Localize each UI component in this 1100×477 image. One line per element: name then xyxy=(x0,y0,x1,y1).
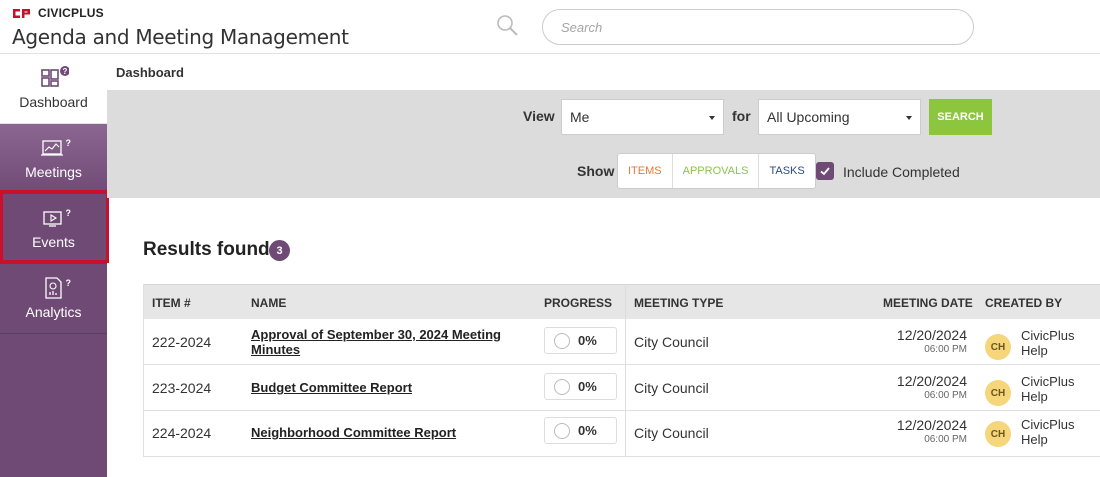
column-header-meeting-date[interactable]: MEETING DATE xyxy=(883,296,973,310)
sidebar-item-analytics[interactable]: ? Analytics xyxy=(0,264,107,334)
for-select[interactable]: All Upcoming xyxy=(758,99,921,135)
meeting-type: City Council xyxy=(634,334,709,350)
item-number: 222-2024 xyxy=(152,334,212,350)
results-table: ITEM # NAME PROGRESS MEETING TYPE MEETIN… xyxy=(143,284,1100,457)
for-label: for xyxy=(732,108,751,124)
sidebar-item-label: Dashboard xyxy=(19,94,88,110)
creator-name: CivicPlus Help xyxy=(1021,374,1075,404)
meeting-date-value: 12/20/2024 xyxy=(896,417,967,433)
toggle-items[interactable]: ITEMS xyxy=(618,154,673,188)
avatar: CH xyxy=(985,421,1011,447)
app-title: Agenda and Meeting Management xyxy=(12,25,349,49)
sidebar-item-label: Analytics xyxy=(25,304,82,320)
help-icon[interactable]: ? xyxy=(62,67,67,76)
column-header-created-by[interactable]: CREATED BY xyxy=(985,296,1062,310)
civicplus-logo[interactable]: CIVICPLUS xyxy=(12,6,104,20)
help-icon[interactable]: ? xyxy=(66,208,72,218)
show-label: Show xyxy=(577,163,615,179)
progress-value: 0% xyxy=(578,423,597,438)
meeting-date: 12/20/2024 06:00 PM xyxy=(897,327,967,355)
meetings-icon xyxy=(40,140,63,156)
analytics-icon xyxy=(44,277,62,299)
help-icon[interactable]: ? xyxy=(66,138,72,148)
column-header-meeting-type[interactable]: MEETING TYPE xyxy=(634,296,723,310)
brand-name: CIVICPLUS xyxy=(38,6,104,20)
search-input[interactable] xyxy=(542,9,974,45)
progress-indicator: 0% xyxy=(544,417,617,444)
creator-name: CivicPlus Help xyxy=(1021,328,1075,358)
table-row[interactable]: 223-2024 Budget Committee Report 0% City… xyxy=(143,365,1100,411)
include-completed-label: Include Completed xyxy=(843,164,960,180)
progress-value: 0% xyxy=(578,333,597,348)
meeting-type: City Council xyxy=(634,425,709,441)
results-title: Results found: xyxy=(143,239,276,260)
meeting-time-value: 06:00 PM xyxy=(924,434,967,445)
progress-indicator: 0% xyxy=(544,327,617,354)
search-icon[interactable] xyxy=(495,13,519,37)
app-header: CIVICPLUS Agenda and Meeting Management xyxy=(0,0,1100,54)
sidebar-item-dashboard[interactable]: ? Dashboard xyxy=(0,54,107,124)
civicplus-logo-icon xyxy=(13,8,30,18)
column-header-progress[interactable]: PROGRESS xyxy=(544,296,612,310)
item-number: 223-2024 xyxy=(152,380,212,396)
avatar: CH xyxy=(985,380,1011,406)
item-name-link[interactable]: Neighborhood Committee Report xyxy=(251,425,511,440)
include-completed-checkbox[interactable] xyxy=(816,162,834,180)
progress-ring-icon xyxy=(554,379,570,395)
column-header-name[interactable]: NAME xyxy=(251,296,286,310)
sidebar-item-events[interactable]: ? Events xyxy=(0,194,107,264)
table-row[interactable]: 222-2024 Approval of September 30, 2024 … xyxy=(143,319,1100,365)
help-icon[interactable]: ? xyxy=(66,278,72,288)
table-header: ITEM # NAME PROGRESS MEETING TYPE MEETIN… xyxy=(143,284,1100,319)
column-divider xyxy=(625,284,626,456)
progress-value: 0% xyxy=(578,379,597,394)
chevron-down-icon xyxy=(906,116,912,120)
column-header-item[interactable]: ITEM # xyxy=(152,296,191,310)
chevron-down-icon xyxy=(709,116,715,120)
toggle-approvals[interactable]: APPROVALS xyxy=(673,154,760,188)
meeting-time-value: 06:00 PM xyxy=(924,390,967,401)
dashboard-icon: ? xyxy=(40,66,69,87)
results-count-badge: 3 xyxy=(269,240,290,261)
meeting-type: City Council xyxy=(634,380,709,396)
search-button[interactable]: SEARCH xyxy=(929,99,992,135)
progress-indicator: 0% xyxy=(544,373,617,400)
for-select-value: All Upcoming xyxy=(767,109,850,125)
show-toggle-group: ITEMS APPROVALS TASKS xyxy=(617,153,816,189)
item-name-link[interactable]: Approval of September 30, 2024 Meeting M… xyxy=(251,327,511,357)
progress-ring-icon xyxy=(554,333,570,349)
avatar: CH xyxy=(985,334,1011,360)
view-label: View xyxy=(523,108,555,124)
meeting-time-value: 06:00 PM xyxy=(924,344,967,355)
table-row[interactable]: 224-2024 Neighborhood Committee Report 0… xyxy=(143,411,1100,457)
view-select-value: Me xyxy=(570,109,590,125)
sidebar: ? Dashboard ? Meetings ? Events ? Analyt… xyxy=(0,54,107,477)
creator-name: CivicPlus Help xyxy=(1021,417,1075,447)
page-title: Dashboard xyxy=(116,65,184,80)
checkmark-icon xyxy=(820,167,830,176)
meeting-date: 12/20/2024 06:00 PM xyxy=(897,373,967,401)
filter-panel: View Me for All Upcoming SEARCH Show ITE… xyxy=(107,91,1100,198)
events-icon xyxy=(42,211,62,227)
meeting-date-value: 12/20/2024 xyxy=(896,327,967,343)
view-select[interactable]: Me xyxy=(561,99,724,135)
breadcrumb: Dashboard xyxy=(107,54,1100,91)
sidebar-item-label: Events xyxy=(32,234,75,250)
item-number: 224-2024 xyxy=(152,425,212,441)
table-left-border xyxy=(143,284,144,456)
sidebar-item-label: Meetings xyxy=(25,164,82,180)
meeting-date: 12/20/2024 06:00 PM xyxy=(897,417,967,445)
item-name-link[interactable]: Budget Committee Report xyxy=(251,380,511,395)
progress-ring-icon xyxy=(554,423,570,439)
sidebar-item-meetings[interactable]: ? Meetings xyxy=(0,124,107,194)
meeting-date-value: 12/20/2024 xyxy=(896,373,967,389)
toggle-tasks[interactable]: TASKS xyxy=(759,154,814,188)
